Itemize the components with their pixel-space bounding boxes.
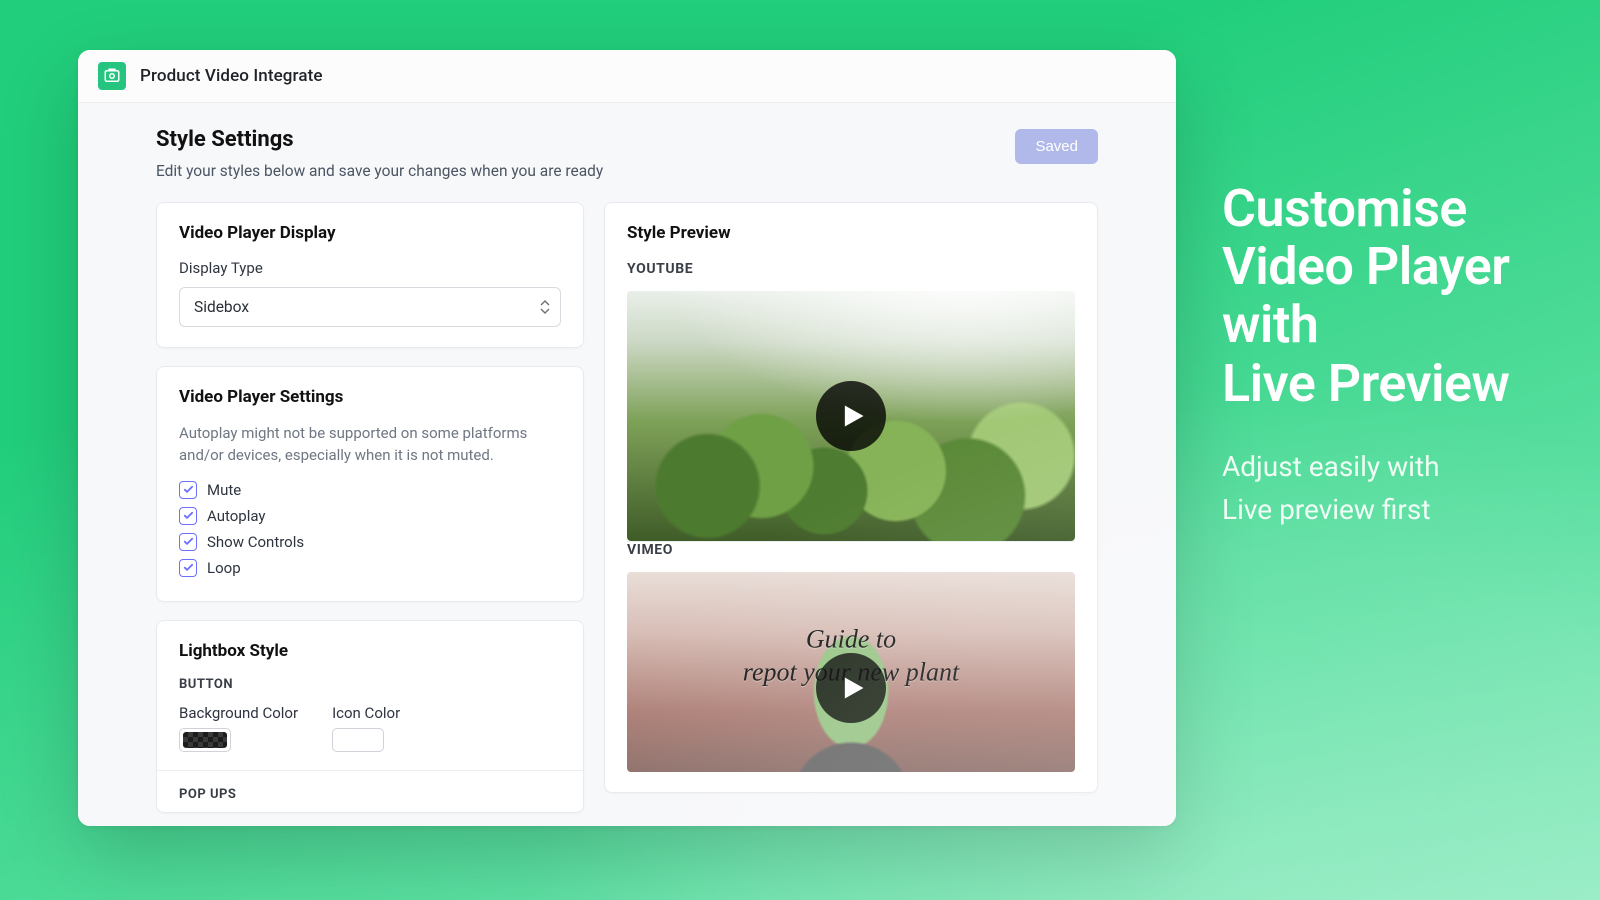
mute-label: Mute [207, 481, 241, 499]
display-type-select[interactable]: Sidebox [179, 287, 561, 327]
bg-color-label: Background Color [179, 704, 298, 722]
vimeo-preview: Guide to repot your new plant [627, 572, 1075, 772]
autoplay-label: Autoplay [207, 507, 266, 525]
card-title: Lightbox Style [179, 641, 561, 661]
play-button[interactable] [816, 381, 886, 451]
app-body: Style Settings Edit your styles below an… [78, 103, 1176, 826]
page-header: Style Settings Edit your styles below an… [156, 127, 1098, 180]
card-title: Video Player Settings [179, 387, 561, 407]
show-controls-checkbox[interactable] [179, 533, 197, 551]
card-title: Video Player Display [179, 223, 561, 243]
autoplay-checkbox[interactable] [179, 507, 197, 525]
chevron-updown-icon [540, 300, 550, 314]
loop-checkbox[interactable] [179, 559, 197, 577]
app-header: Product Video Integrate [78, 50, 1176, 103]
play-button[interactable] [816, 653, 886, 723]
show-controls-label: Show Controls [207, 533, 304, 551]
saved-button[interactable]: Saved [1015, 129, 1098, 164]
promo-text: Customise Video Player with Live Preview… [1222, 180, 1562, 532]
style-preview-card: Style Preview YOUTUBE VIMEO Guide to [604, 202, 1098, 793]
icon-color-swatch [336, 732, 380, 748]
page-subtitle: Edit your styles below and save your cha… [156, 162, 603, 180]
mute-checkbox[interactable] [179, 481, 197, 499]
app-logo-icon [98, 62, 126, 90]
card-title: Style Preview [627, 223, 1075, 243]
promo-subtext: Adjust easily with Live preview first [1222, 445, 1562, 532]
youtube-label: YOUTUBE [627, 261, 1075, 277]
settings-note: Autoplay might not be supported on some … [179, 423, 561, 467]
video-player-display-card: Video Player Display Display Type Sidebo… [156, 202, 584, 348]
display-type-label: Display Type [179, 259, 561, 277]
video-player-settings-card: Video Player Settings Autoplay might not… [156, 366, 584, 602]
lightbox-style-card: Lightbox Style BUTTON Background Color I… [156, 620, 584, 813]
page-title: Style Settings [156, 127, 603, 152]
loop-label: Loop [207, 559, 241, 577]
app-window: Product Video Integrate Style Settings E… [78, 50, 1176, 826]
display-type-value: Sidebox [194, 298, 249, 316]
popups-heading: POP UPS [179, 787, 561, 802]
button-heading: BUTTON [179, 677, 561, 692]
vimeo-label: VIMEO [627, 542, 1075, 558]
app-title: Product Video Integrate [140, 66, 323, 86]
promo-stage: Product Video Integrate Style Settings E… [0, 0, 1600, 900]
promo-headline: Customise Video Player with Live Preview [1222, 180, 1562, 413]
icon-color-label: Icon Color [332, 704, 400, 722]
icon-color-picker[interactable] [332, 728, 384, 752]
bg-color-picker[interactable] [179, 728, 231, 752]
youtube-preview [627, 291, 1075, 541]
bg-color-swatch [183, 732, 227, 748]
